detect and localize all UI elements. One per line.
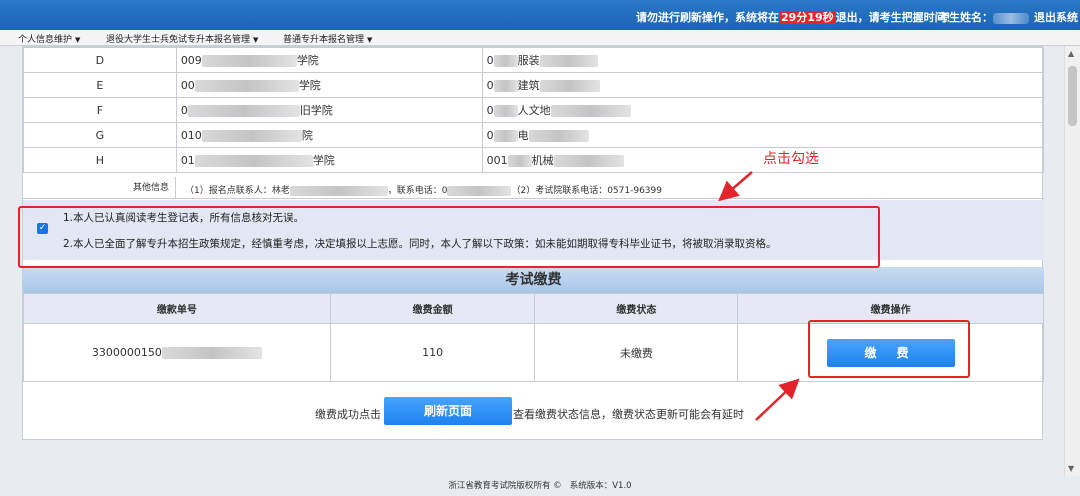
fee-col-status: 缴费状态 (534, 293, 739, 324)
choice-school-1: 009 学院 (175, 47, 483, 73)
redacted-school (201, 55, 297, 67)
choice-school-1: 0 旧学院 (175, 97, 483, 123)
redacted-code (493, 55, 518, 67)
table-row: G 010 院 0 电 (23, 122, 1045, 148)
caret-down-icon: ▼ (253, 36, 259, 44)
refresh-line: 缴费成功点击 刷新页面 查看缴费状态信息，缴费状态更新可能会有延时 (23, 381, 1044, 441)
choice-letter: D (23, 47, 177, 73)
choice-school-1: 010 院 (175, 122, 483, 148)
scroll-up-icon[interactable]: ▲ (1068, 49, 1074, 58)
menu-general-registration[interactable]: 普通专升本报名管理 ▼ (283, 32, 372, 45)
redacted-order-no (161, 347, 262, 359)
scroll-thumb[interactable] (1068, 66, 1077, 126)
annotation-box-pay (808, 320, 970, 378)
choice-school-1: 01 学院 (175, 147, 483, 173)
fee-section-title: 考试缴费 (23, 267, 1044, 293)
caret-down-icon: ▼ (367, 36, 373, 44)
menu-personal-info[interactable]: 个人信息维护 ▼ (18, 32, 80, 45)
fee-col-order: 缴款单号 (23, 293, 331, 324)
table-row: E 00 学院 0 建筑 (23, 72, 1045, 98)
redacted-major (539, 55, 598, 67)
annotation-box-agreement (18, 206, 880, 268)
redacted-code (493, 80, 518, 92)
redacted-school (201, 130, 302, 142)
candidate-table: D 009 学院 0 服装 E 00 学院 0 建筑 F 0 旧学院 0 人文地 G 010 院 0 电 H 01 学院 00… (23, 47, 1045, 173)
table-row: H 01 学院 001 机械 (23, 147, 1045, 173)
redacted-code (493, 130, 518, 142)
table-row: F 0 旧学院 0 人文地 (23, 97, 1045, 123)
other-info-label: 其他信息 (23, 177, 176, 199)
logout-button[interactable]: 退出系统 (1034, 9, 1078, 25)
timeout-notice: 请勿进行刷新操作，系统将在 29分19秒 退出，请考生把握时间！ (636, 11, 957, 24)
other-info-text: （1）报名点联系人：林老 ，联系电话：0 （2）考试院联系电话：0571-96399 (185, 185, 662, 196)
caret-down-icon: ▼ (75, 36, 81, 44)
top-header: 请勿进行刷新操作，系统将在 29分19秒 退出，请考生把握时间！ 考生姓名： 退出系… (0, 0, 1080, 30)
redacted-code (493, 105, 518, 117)
redacted-major (528, 130, 589, 142)
vertical-scrollbar[interactable]: ▲ ▼ (1064, 46, 1080, 476)
choice-school-2: 0 服装 (481, 47, 1045, 73)
choice-school-2: 0 建筑 (481, 72, 1045, 98)
redacted-code (507, 155, 532, 167)
table-row: D 009 学院 0 服装 (23, 47, 1045, 73)
redacted-school (194, 155, 313, 167)
student-name-redacted (993, 12, 1029, 24)
redacted-phone (447, 185, 512, 196)
fee-order-no: 3300000150 (23, 323, 331, 382)
footer: 浙江省教育考试院版权所有 © 系统版本：V1.0 (0, 476, 1080, 496)
student-name-label: 考生姓名： (938, 9, 1029, 25)
fee-amount: 110 (329, 323, 536, 382)
scroll-down-icon[interactable]: ▼ (1068, 464, 1074, 473)
choice-school-2: 0电 (481, 122, 1045, 148)
redacted-major (550, 105, 631, 117)
choice-letter: H (23, 147, 177, 173)
fee-status: 未缴费 (534, 323, 739, 382)
redacted-school (187, 105, 300, 117)
redacted-school (194, 80, 299, 92)
refresh-page-button[interactable]: 刷新页面 (384, 397, 512, 425)
fee-col-action: 缴费操作 (737, 293, 1044, 324)
redacted-contact (289, 185, 388, 196)
choice-school-2: 0 人文地 (481, 97, 1045, 123)
choice-letter: F (23, 97, 177, 123)
redacted-major (553, 155, 624, 167)
menu-bar: 个人信息维护 ▼ 退役大学生士兵免试专升本报名管理 ▼ 普通专升本报名管理 ▼ (0, 30, 1080, 46)
annotation-text: 点击勾选 (763, 151, 819, 167)
redacted-major (539, 80, 600, 92)
menu-veteran-registration[interactable]: 退役大学生士兵免试专升本报名管理 ▼ (106, 32, 258, 45)
countdown-timer: 29分19秒 (779, 11, 836, 24)
fee-col-amount: 缴费金额 (329, 293, 536, 324)
other-info-row: 其他信息 （1）报名点联系人：林老 ，联系电话：0 （2）考试院联系电话：0571-… (23, 177, 1044, 199)
choice-letter: E (23, 72, 177, 98)
choice-school-1: 00 学院 (175, 72, 483, 98)
choice-letter: G (23, 122, 177, 148)
